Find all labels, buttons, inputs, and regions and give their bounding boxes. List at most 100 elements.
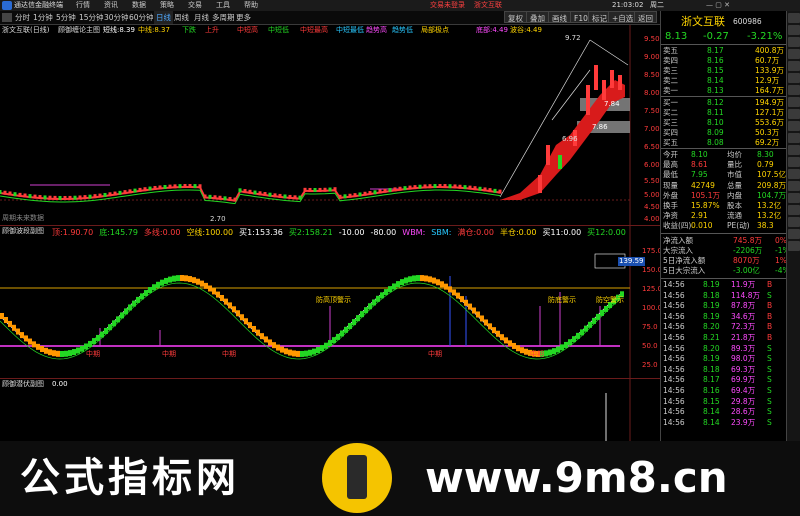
period-tab[interactable]: 多周期: [212, 11, 235, 24]
sidebar-tool-icon[interactable]: [788, 49, 800, 59]
toolbar-toggle-icon[interactable]: [2, 13, 12, 22]
quote-row: 14:56 8.19 87.8万 B: [663, 301, 786, 310]
sidebar-tool-icon[interactable]: [788, 37, 800, 47]
candle: [183, 184, 187, 189]
restore-right-button[interactable]: 复权: [504, 11, 527, 23]
sidebar-tool-icon[interactable]: [788, 13, 800, 23]
sidebar-tool-icon[interactable]: [788, 241, 800, 251]
back-button[interactable]: 返回: [634, 11, 657, 23]
window-controls[interactable]: — ▢ ✕: [706, 0, 730, 11]
menu-item-news[interactable]: 资讯: [104, 0, 118, 11]
period-tab[interactable]: 30分钟: [104, 11, 129, 24]
menu-item-trade[interactable]: 交易: [188, 0, 202, 11]
stat-label: 量比: [727, 160, 742, 170]
sidebar-tool-icon[interactable]: [788, 61, 800, 71]
candle: [153, 185, 157, 190]
draw-line-button[interactable]: 画线: [548, 11, 571, 23]
sidebar-tool-icon[interactable]: [788, 145, 800, 155]
wave-block: [360, 311, 364, 318]
candle: [23, 193, 27, 198]
candle: [0, 190, 2, 194]
period-tab-active[interactable]: 日线: [154, 11, 173, 24]
tick-list[interactable]: 14:56 8.19 11.9万 B 14:56 8.18 114.8万 S 14:56 8.19…: [661, 279, 786, 439]
wave-block: [484, 319, 488, 326]
wave-block: [128, 304, 132, 311]
period-tab[interactable]: 5分钟: [56, 11, 76, 24]
sidebar-tool-icon[interactable]: [788, 133, 800, 143]
sidebar-tool-icon[interactable]: [788, 193, 800, 203]
menu-item-data[interactable]: 数据: [132, 0, 146, 11]
tick-side: B: [767, 301, 773, 311]
sidebar-tool-icon[interactable]: [788, 169, 800, 179]
sidebar-tool-icon[interactable]: [788, 109, 800, 119]
wave-block: [496, 330, 500, 337]
wave-block: [412, 275, 416, 282]
period-tab[interactable]: 15分钟: [79, 11, 104, 24]
tick-volume: 34.6万: [731, 311, 756, 321]
candle: [483, 187, 487, 192]
alert-label: 防高顶警示: [316, 296, 351, 304]
add-favorite-button[interactable]: +自选: [608, 11, 638, 23]
candle: [178, 184, 182, 189]
quote-row: 14:56 8.14 28.6万 S: [663, 407, 786, 416]
quote-row: 现量 42749 总量 209.8万: [663, 181, 799, 190]
wave-block: [444, 283, 448, 290]
wave-block: [328, 340, 332, 347]
axis-tick: 50.0: [642, 342, 658, 350]
menu-item-tools[interactable]: 工具: [216, 0, 230, 11]
wave-block: [440, 281, 444, 288]
candle: [378, 189, 382, 194]
wave-block: [176, 275, 180, 282]
tick-volume: 23.9万: [731, 417, 756, 427]
wave-block: [112, 320, 116, 327]
wave-block: [356, 315, 360, 322]
wave-block: [332, 337, 336, 344]
stat-label: 股本: [727, 201, 742, 210]
tick-price: 8.19: [703, 280, 720, 289]
wave-block: [424, 275, 428, 282]
sidebar-tool-icon[interactable]: [788, 25, 800, 35]
latent-indicator-chart[interactable]: 顾御潜伏副图 0.00: [0, 379, 660, 441]
period-tab[interactable]: 分时: [15, 11, 30, 24]
wave-block: [372, 299, 376, 306]
axis-tick: 8.00: [644, 89, 660, 97]
sidebar-tool-icon[interactable]: [788, 229, 800, 239]
period-tab[interactable]: 月线: [194, 11, 209, 24]
wave-block: [192, 277, 196, 284]
sidebar-tool-icon[interactable]: [788, 217, 800, 227]
sidebar-tool-icon[interactable]: [788, 121, 800, 131]
sidebar-tool-icon[interactable]: [788, 73, 800, 83]
wave-indicator-chart[interactable]: 顾御波段副图 顶:1.90.70 底:145.79 多线:0.00 空线:100.00…: [0, 226, 662, 379]
ask-book: 卖五 8.17 400.8万 卖四 8.16 60.7万 卖三 8.15 133.9万 卖二 8.1…: [661, 45, 786, 95]
stat-value: 8.10: [691, 150, 708, 159]
candles-group: [0, 65, 622, 202]
bid-book: 买一 8.12 194.9万 买二 8.11 127.1万 买三 8.10 553.6万 买四 8.…: [661, 97, 786, 147]
period-tab[interactable]: 60分钟: [129, 11, 154, 24]
sidebar-tool-icon[interactable]: [788, 157, 800, 167]
period-tab-more[interactable]: 更多: [236, 11, 251, 24]
sidebar-tool-icon[interactable]: [788, 205, 800, 215]
wave-block: [552, 348, 556, 355]
candle: [118, 190, 122, 195]
candle: [33, 194, 37, 199]
candle: [353, 193, 357, 198]
candle: [463, 185, 467, 190]
candle: [138, 187, 142, 192]
price-label: 7.84: [604, 100, 620, 108]
ask-price: 8.14: [707, 76, 724, 85]
login-status[interactable]: 交易未登录: [430, 0, 465, 11]
overlay-button[interactable]: 叠加: [526, 11, 549, 23]
sidebar-tool-icon[interactable]: [788, 181, 800, 191]
tick-side: S: [767, 290, 772, 300]
sidebar-tool-icon[interactable]: [788, 85, 800, 95]
period-tab[interactable]: 周线: [174, 11, 189, 24]
menu-item-market[interactable]: 行情: [76, 0, 90, 11]
tick-volume: 69.3万: [731, 364, 756, 374]
bid-volume: 194.9万: [755, 98, 784, 107]
menu-item-help[interactable]: 帮助: [244, 0, 258, 11]
menu-item-strategy[interactable]: 策略: [160, 0, 174, 11]
wave-block: [488, 323, 492, 330]
period-tab[interactable]: 1分钟: [33, 11, 53, 24]
main-kline-chart[interactable]: 浙文互联(日线) 顾御缠论主图 短线:8.39 中线:8.37 下跌 上升 中短…: [0, 25, 660, 226]
sidebar-tool-icon[interactable]: [788, 97, 800, 107]
